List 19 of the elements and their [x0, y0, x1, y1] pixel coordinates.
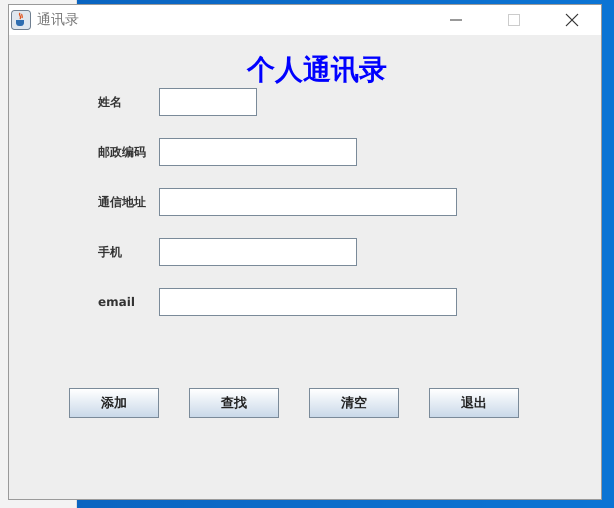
action-button[interactable]: 查找: [189, 388, 279, 418]
heading: 个人通讯录: [246, 52, 388, 88]
field-label: 通信地址: [98, 194, 147, 210]
field-label: 手机: [98, 244, 123, 260]
action-button[interactable]: 清空: [309, 388, 399, 418]
minimize-icon[interactable]: [450, 19, 462, 21]
field-label: email: [98, 295, 136, 309]
input-field[interactable]: [159, 238, 357, 266]
window-title: 通讯录: [37, 11, 80, 29]
field-label: 邮政编码: [98, 144, 147, 160]
close-icon[interactable]: [565, 13, 579, 27]
field-label: 姓名: [98, 94, 123, 110]
coffee-cup-icon: [11, 10, 31, 30]
input-field[interactable]: [159, 188, 457, 216]
input-field[interactable]: [159, 288, 457, 316]
action-button[interactable]: 退出: [429, 388, 519, 418]
input-field[interactable]: [159, 138, 357, 166]
input-field[interactable]: [159, 88, 257, 116]
action-button[interactable]: 添加: [69, 388, 159, 418]
